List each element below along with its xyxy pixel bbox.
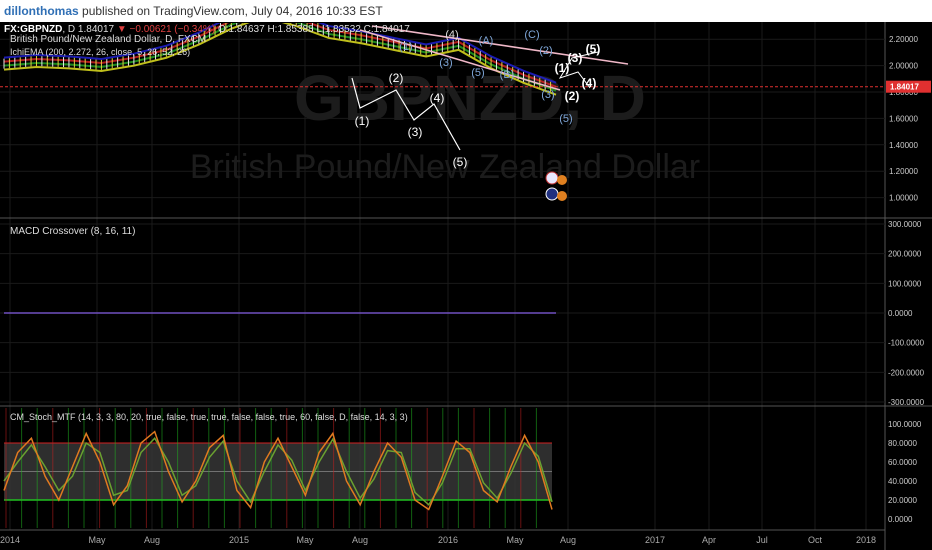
x-tick-label: 2016	[438, 535, 458, 545]
event-marker-icon	[557, 191, 567, 201]
symbol-close: C:1.84017	[363, 24, 410, 35]
macd-y-tick: -100.0000	[888, 339, 925, 348]
uk-flag-icon	[545, 171, 559, 185]
x-tick-label: May	[296, 535, 314, 545]
symbol-open: O:1.84637	[217, 24, 265, 35]
macd-y-tick: 0.0000	[888, 309, 913, 318]
wave-label-abc: (A)	[479, 35, 494, 47]
symbol-interval: D	[67, 24, 76, 35]
wave-label-minor: (5)	[559, 113, 572, 125]
x-tick-label: 2017	[645, 535, 665, 545]
macd-y-tick: 200.0000	[888, 250, 922, 259]
stoch-panel-title: CM_Stoch_MTF (14, 3, 3, 80, 20, true, fa…	[10, 412, 408, 422]
price-panel-indicator: IchiEMA (200, 2.272, 26, close, 5, 26, 5…	[10, 47, 190, 57]
wave-label-minor: (3)	[439, 57, 452, 69]
stoch-y-tick: 0.0000	[888, 515, 913, 524]
symbol-high: H:1.85388	[267, 24, 314, 35]
nz-flag-icon	[545, 187, 559, 201]
symbol-bar: FX:GBPNZD, D 1.84017 ▼ −0.00621 (−0.34%)…	[4, 24, 410, 35]
macd-y-tick: 300.0000	[888, 220, 922, 229]
price-y-tick: 1.40000	[889, 141, 918, 150]
event-marker-icon	[557, 175, 567, 185]
macd-y-tick: -300.0000	[888, 398, 925, 407]
wave-label-abc: (2)	[539, 45, 552, 57]
x-tick-label: Jul	[756, 535, 768, 545]
price-y-tick: 1.60000	[889, 114, 918, 123]
wave-label-primary: (1)	[355, 114, 370, 128]
x-tick-label: Aug	[144, 535, 160, 545]
stoch-y-tick: 40.0000	[888, 477, 917, 486]
wave-label-abc: (4)	[445, 29, 458, 41]
price-y-tick: 2.20000	[889, 35, 918, 44]
x-tick-label: Aug	[352, 535, 368, 545]
x-tick-label: Apr	[702, 535, 716, 545]
symbol-low: L:1.83532	[316, 24, 361, 35]
wave-label-minor: (B)	[500, 69, 515, 81]
macd-y-tick: 100.0000	[888, 279, 922, 288]
wave-label-primary: (4)	[430, 91, 445, 105]
price-panel-title: British Pound/New Zealand Dollar, D, FXC…	[10, 34, 206, 45]
wave-label-recent: (3)	[568, 51, 583, 65]
price-y-tick: 2.00000	[889, 62, 918, 71]
wave-label-primary: (2)	[389, 71, 404, 85]
wave-label-recent: (2)	[565, 89, 580, 103]
wave-label-minor: (1)	[399, 41, 412, 53]
wave-label-minor: (5)	[471, 67, 484, 79]
price-y-tick: 1.00000	[889, 194, 918, 203]
macd-panel-title: MACD Crossover (8, 16, 11)	[10, 226, 135, 237]
symbol-name[interactable]: FX:GBPNZD	[4, 24, 62, 35]
wave-label-recent: (4)	[582, 76, 597, 90]
x-tick-label: 2015	[229, 535, 249, 545]
wave-label-primary: (5)	[453, 155, 468, 169]
current-price-tag-text: 1.84017	[890, 83, 919, 92]
wave-label-primary: (3)	[408, 125, 423, 139]
symbol-change: ▼ −0.00621 (−0.34%)	[116, 24, 216, 35]
stoch-y-tick: 60.0000	[888, 458, 917, 467]
x-tick-label: Oct	[808, 535, 823, 545]
wave-label-recent: (5)	[586, 42, 601, 56]
x-tick-label: Aug	[560, 535, 576, 545]
wave-label-minor: (3)	[541, 89, 554, 101]
watermark-name: British Pound/New Zealand Dollar	[190, 148, 700, 186]
stoch-y-tick: 80.0000	[888, 439, 917, 448]
symbol-last: 1.84017	[77, 24, 115, 35]
macd-y-tick: -200.0000	[888, 368, 925, 377]
wave-label-abc: (C)	[524, 29, 539, 41]
stoch-y-tick: 100.0000	[888, 420, 922, 429]
chart-canvas[interactable]: 2014 May Aug 2015 May Aug 2016 May Aug 2017 Apr Jul…	[0, 0, 932, 550]
x-tick-label: 2018	[856, 535, 876, 545]
x-tick-label: May	[506, 535, 524, 545]
watermark-symbol: GBPNZD, D	[294, 62, 646, 134]
x-tick-label: 2014	[0, 535, 20, 545]
stoch-y-tick: 20.0000	[888, 496, 917, 505]
price-y-tick: 1.20000	[889, 167, 918, 176]
x-tick-label: May	[88, 535, 106, 545]
